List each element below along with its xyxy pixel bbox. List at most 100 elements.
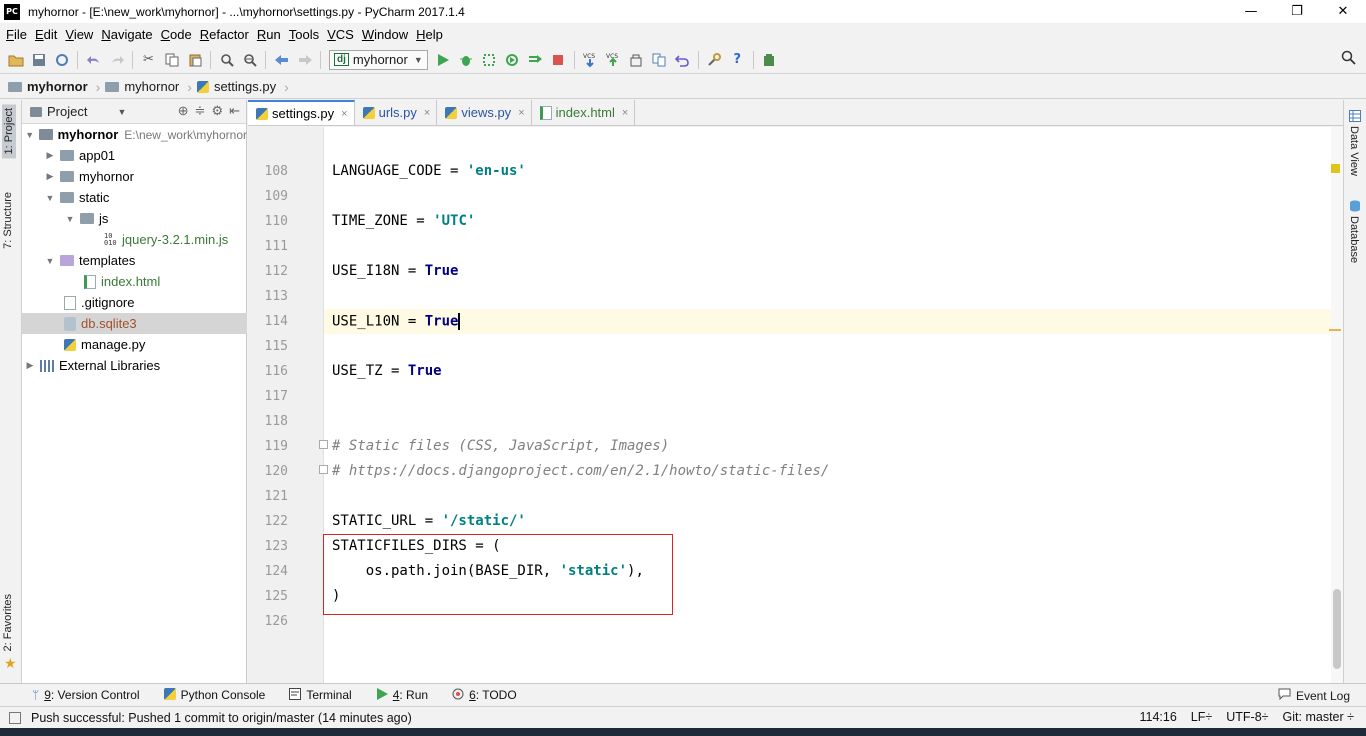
- vcs-history-icon[interactable]: [625, 49, 648, 71]
- menu-window[interactable]: Window: [358, 27, 412, 42]
- restore-button[interactable]: ❐: [1274, 0, 1320, 23]
- help-icon[interactable]: ?: [726, 49, 749, 71]
- tab-favorites-tool[interactable]: 2: Favorites: [2, 594, 14, 651]
- tool-version-control[interactable]: ᛘ 9: Version Control: [0, 688, 152, 702]
- tab-project-tool[interactable]: 1: Project: [2, 104, 16, 159]
- tool-run[interactable]: 4: Run: [364, 687, 440, 703]
- collapse-all-icon[interactable]: ≑: [195, 103, 206, 119]
- menu-view[interactable]: View: [61, 27, 97, 42]
- tree-item-app01[interactable]: ▶ app01: [22, 145, 247, 166]
- chevron-down-icon[interactable]: ▼: [64, 214, 76, 224]
- close-tab-icon[interactable]: ×: [424, 107, 430, 119]
- search-everywhere-icon[interactable]: [1341, 50, 1356, 69]
- close-tab-icon[interactable]: ×: [622, 107, 628, 119]
- chevron-down-icon[interactable]: ▼: [44, 256, 56, 266]
- breadcrumb-project[interactable]: myhornor: [8, 79, 88, 94]
- tree-item-db-sqlite3[interactable]: db.sqlite3: [22, 313, 247, 334]
- hide-panel-icon[interactable]: ⇤: [229, 103, 240, 119]
- close-tab-icon[interactable]: ×: [341, 108, 347, 120]
- cut-icon[interactable]: ✂: [137, 49, 160, 71]
- tool-terminal[interactable]: Terminal: [277, 687, 363, 703]
- find-icon[interactable]: [215, 49, 238, 71]
- toggle-tool-windows-icon[interactable]: [9, 711, 21, 724]
- run-task-icon[interactable]: [524, 49, 547, 71]
- menu-code[interactable]: Code: [157, 27, 196, 42]
- forward-arrow-icon[interactable]: [293, 49, 316, 71]
- tool-python-console[interactable]: Python Console: [152, 687, 278, 703]
- code-editor[interactable]: 108 109 110 111 112 113 114 115 116 117 …: [248, 127, 1343, 683]
- menu-edit[interactable]: Edit: [31, 27, 61, 42]
- sync-icon[interactable]: [50, 49, 73, 71]
- code-area[interactable]: LANGUAGE_CODE = 'en-us' TIME_ZONE = 'UTC…: [323, 127, 1343, 683]
- chevron-right-icon[interactable]: ▶: [44, 150, 56, 161]
- tree-item-js[interactable]: ▼ js: [22, 208, 247, 229]
- copy-icon[interactable]: [160, 49, 183, 71]
- tab-structure-tool[interactable]: 7: Structure: [2, 192, 14, 249]
- tree-item-myhornor[interactable]: ▶ myhornor: [22, 166, 247, 187]
- coverage-icon[interactable]: [478, 49, 501, 71]
- vcs-update-icon[interactable]: VCS: [579, 49, 602, 71]
- back-arrow-icon[interactable]: [270, 49, 293, 71]
- tree-item-index[interactable]: index.html: [22, 271, 247, 292]
- undo-icon[interactable]: [82, 49, 105, 71]
- menu-vcs[interactable]: VCS: [323, 27, 358, 42]
- chevron-down-icon[interactable]: ▼: [24, 130, 35, 140]
- tab-settings-py[interactable]: settings.py ×: [248, 100, 355, 125]
- locate-icon[interactable]: ⊕: [178, 103, 189, 119]
- chevron-down-icon[interactable]: ▼: [44, 193, 56, 203]
- tool-event-log[interactable]: Event Log: [1278, 688, 1350, 703]
- tree-item-manage[interactable]: manage.py: [22, 334, 247, 355]
- python-packages-icon[interactable]: [758, 49, 781, 71]
- tree-item-external-libraries[interactable]: ▶ External Libraries: [22, 355, 247, 376]
- profile-icon[interactable]: [501, 49, 524, 71]
- menu-refactor[interactable]: Refactor: [196, 27, 253, 42]
- save-icon[interactable]: [27, 49, 50, 71]
- replace-icon[interactable]: [238, 49, 261, 71]
- paste-icon[interactable]: [183, 49, 206, 71]
- status-message[interactable]: Push successful: Pushed 1 commit to orig…: [31, 711, 412, 725]
- tab-data-view[interactable]: Data View: [1348, 126, 1360, 176]
- menu-run[interactable]: Run: [253, 27, 285, 42]
- run-configuration-select[interactable]: dj myhornor ▼: [329, 49, 428, 70]
- open-folder-icon[interactable]: [4, 49, 27, 71]
- tab-index-html[interactable]: index.html ×: [532, 100, 636, 125]
- git-branch[interactable]: Git: master ÷: [1283, 710, 1354, 724]
- line-separator[interactable]: LF÷: [1191, 710, 1212, 724]
- run-icon[interactable]: [432, 49, 455, 71]
- gear-icon[interactable]: ⚙: [211, 103, 223, 119]
- debug-icon[interactable]: [455, 49, 478, 71]
- breadcrumb-folder[interactable]: myhornor: [105, 79, 179, 94]
- inspection-status-icon[interactable]: [1331, 164, 1340, 173]
- settings-icon[interactable]: [703, 49, 726, 71]
- file-encoding[interactable]: UTF-8÷: [1226, 710, 1268, 724]
- chevron-right-icon[interactable]: ▶: [44, 171, 56, 182]
- vcs-revert-icon[interactable]: [671, 49, 694, 71]
- chevron-down-icon[interactable]: ▼: [117, 107, 126, 117]
- vcs-compare-icon[interactable]: [648, 49, 671, 71]
- tree-item-jquery[interactable]: 10 010 jquery-3.2.1.min.js: [22, 229, 247, 250]
- tab-urls-py[interactable]: urls.py ×: [355, 100, 438, 125]
- menu-help[interactable]: Help: [412, 27, 447, 42]
- stop-icon[interactable]: [547, 49, 570, 71]
- minimize-button[interactable]: —: [1228, 0, 1274, 23]
- breadcrumb-file[interactable]: settings.py: [196, 79, 276, 94]
- tree-item-templates[interactable]: ▼ templates: [22, 250, 247, 271]
- menu-file[interactable]: File: [2, 27, 31, 42]
- tree-item-root[interactable]: ▼ myhornor E:\new_work\myhornor: [22, 124, 247, 145]
- close-tab-icon[interactable]: ×: [518, 107, 524, 119]
- tree-item-gitignore[interactable]: .gitignore: [22, 292, 247, 313]
- scrollbar-thumb[interactable]: [1333, 589, 1341, 669]
- tab-database[interactable]: Database: [1348, 216, 1360, 263]
- project-panel-title[interactable]: Project: [47, 104, 87, 119]
- close-button[interactable]: ✕: [1320, 0, 1366, 23]
- chevron-right-icon[interactable]: ▶: [24, 360, 36, 371]
- caret-position[interactable]: 114:16: [1139, 710, 1176, 724]
- tab-views-py[interactable]: views.py ×: [437, 100, 532, 125]
- vcs-commit-icon[interactable]: VCS: [602, 49, 625, 71]
- menu-tools[interactable]: Tools: [285, 27, 323, 42]
- tool-todo[interactable]: 6: TODO: [440, 688, 529, 703]
- redo-icon[interactable]: [105, 49, 128, 71]
- error-stripe-mark[interactable]: [1329, 329, 1341, 331]
- tree-item-static[interactable]: ▼ static: [22, 187, 247, 208]
- menu-navigate[interactable]: Navigate: [97, 27, 156, 42]
